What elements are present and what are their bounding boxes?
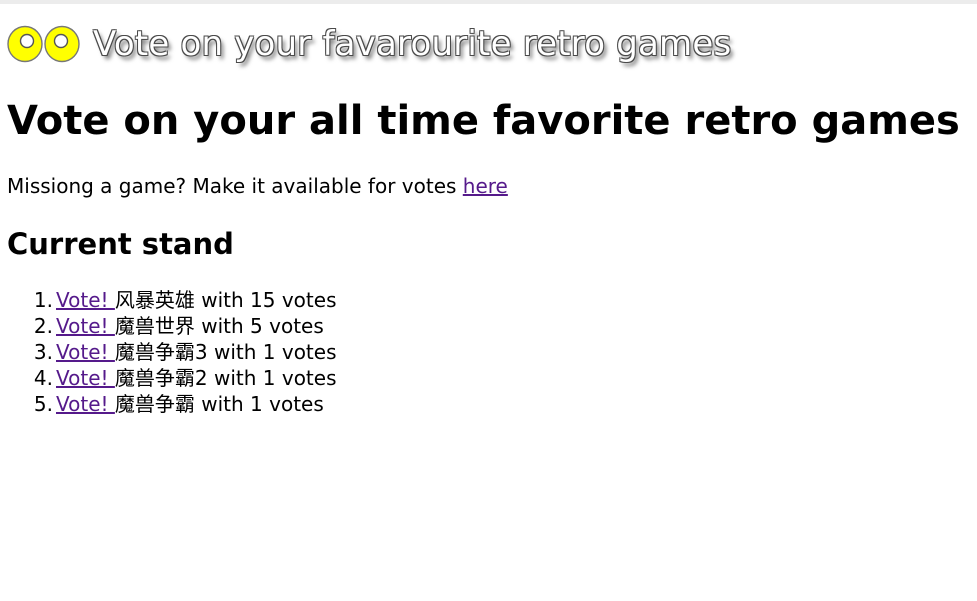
- list-item: 5. Vote! 魔兽争霸 with 1 votes: [34, 391, 337, 417]
- site-banner: Vote on your favarourite retro games: [7, 19, 731, 69]
- vote-tally: with 15 votes: [194, 288, 337, 312]
- game-name: 魔兽世界: [114, 314, 195, 338]
- list-item: 1. Vote! 风暴英雄 with 15 votes: [34, 287, 337, 313]
- game-name: 魔兽争霸3: [114, 340, 208, 364]
- game-name: 风暴英雄: [114, 288, 195, 312]
- vote-tally: with 5 votes: [194, 314, 324, 338]
- add-game-link[interactable]: here: [463, 174, 508, 198]
- vote-link[interactable]: Vote!: [56, 366, 115, 390]
- banner-title: Vote on your favarourite retro games: [93, 24, 732, 64]
- list-item: 2. Vote! 魔兽世界 with 5 votes: [34, 313, 337, 339]
- section-heading: Current stand: [7, 227, 234, 261]
- rank-number: 2.: [33, 314, 53, 338]
- yellow-eyes-logo-icon: [7, 25, 80, 63]
- rank-number: 1.: [33, 288, 53, 312]
- vote-tally: with 1 votes: [194, 392, 324, 416]
- rank-number: 3.: [33, 340, 53, 364]
- intro-text: Missiong a game? Make it available for v…: [7, 172, 508, 200]
- page: Vote on your favarourite retro games Vot…: [0, 0, 977, 601]
- rank-number: 4.: [33, 366, 53, 390]
- game-name: 魔兽争霸2: [114, 366, 208, 390]
- vote-link[interactable]: Vote!: [56, 340, 115, 364]
- vote-link[interactable]: Vote!: [56, 288, 115, 312]
- list-item: 4. Vote! 魔兽争霸2 with 1 votes: [34, 365, 337, 391]
- vote-tally: with 1 votes: [207, 340, 337, 364]
- standings-list: 1. Vote! 风暴英雄 with 15 votes 2. Vote! 魔兽世界 …: [34, 287, 337, 417]
- vote-tally: with 1 votes: [207, 366, 337, 390]
- vote-link[interactable]: Vote!: [56, 314, 115, 338]
- game-name: 魔兽争霸: [114, 392, 195, 416]
- intro-message: Missiong a game? Make it available for v…: [7, 174, 463, 198]
- vote-link[interactable]: Vote!: [56, 392, 115, 416]
- list-item: 3. Vote! 魔兽争霸3 with 1 votes: [34, 339, 337, 365]
- rank-number: 5.: [33, 392, 53, 416]
- page-title: Vote on your all time favorite retro gam…: [7, 98, 960, 144]
